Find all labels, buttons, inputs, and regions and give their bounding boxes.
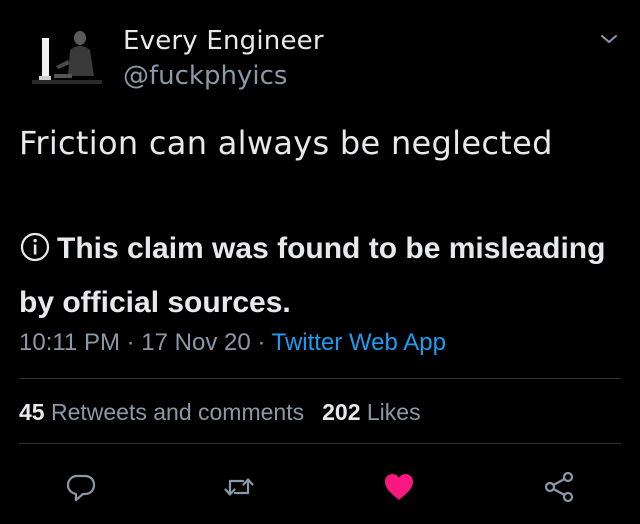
tweet-source-link[interactable]: Twitter Web App xyxy=(272,329,446,356)
heart-icon xyxy=(385,474,413,500)
meta-separator: · xyxy=(257,329,266,356)
user-handle[interactable]: @fuckphyics xyxy=(123,61,287,91)
tweet-time[interactable]: 10:11 PM xyxy=(19,329,120,356)
display-name[interactable]: Every Engineer xyxy=(123,26,324,56)
tweet-date[interactable]: 17 Nov 20 xyxy=(141,329,250,356)
retweets-label: Retweets and comments xyxy=(50,399,305,425)
reply-icon xyxy=(66,474,96,502)
retweet-icon xyxy=(224,478,254,496)
share-button[interactable] xyxy=(542,470,576,504)
avatar[interactable] xyxy=(18,16,110,96)
tweet-meta: 10:11 PM · 17 Nov 20 · Twitter Web App xyxy=(19,329,446,357)
claim-notice-text: This claim was found to be misleading by… xyxy=(19,232,606,319)
divider xyxy=(19,378,621,379)
chevron-down-icon[interactable] xyxy=(599,31,619,47)
retweet-button[interactable] xyxy=(222,470,256,504)
reply-button[interactable] xyxy=(64,470,98,504)
likes-label: Likes xyxy=(366,399,421,425)
tweet-text: Friction can always be neglected xyxy=(19,124,553,162)
like-button[interactable] xyxy=(382,470,416,504)
retweets-stat[interactable]: 45 Retweets and comments xyxy=(19,399,304,425)
avatar-image xyxy=(18,16,110,96)
info-circle-icon xyxy=(20,232,50,262)
retweets-count: 45 xyxy=(19,399,45,425)
tweet-card: Every Engineer @fuckphyics Friction can … xyxy=(0,0,640,524)
meta-separator: · xyxy=(126,329,135,356)
divider xyxy=(19,443,621,444)
share-icon xyxy=(544,471,574,503)
likes-count: 202 xyxy=(322,399,361,425)
misleading-claim-notice[interactable]: This claim was found to be misleading by… xyxy=(19,222,619,330)
tweet-stats: 45 Retweets and comments 202 Likes xyxy=(19,399,421,426)
likes-stat[interactable]: 202 Likes xyxy=(322,399,420,425)
